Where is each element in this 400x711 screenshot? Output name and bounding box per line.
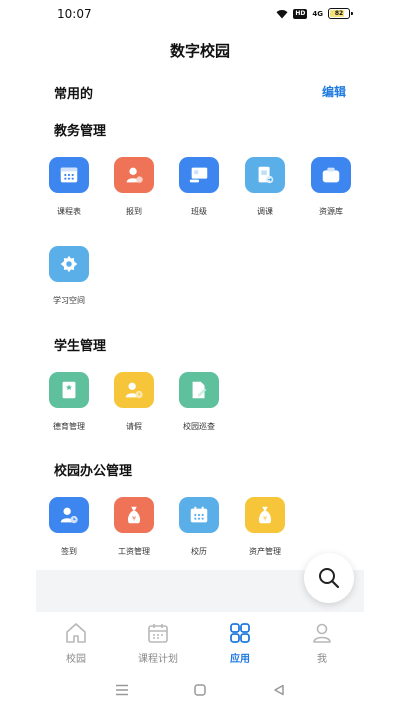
- gear-icon: [49, 246, 89, 282]
- common-label: 常用的: [54, 87, 94, 102]
- tab-label: 课程计划: [138, 654, 178, 665]
- home-square-icon[interactable]: [193, 684, 207, 696]
- app-schedule[interactable]: 课程表: [39, 157, 99, 221]
- status-icons: HD 4G 82: [276, 8, 353, 19]
- app-class[interactable]: 班级: [169, 157, 229, 221]
- person-icon: [313, 623, 331, 643]
- app-adjust-course[interactable]: 调课: [235, 157, 295, 221]
- bottom-tabbar: 校园 课程计划 应用 我: [36, 613, 364, 668]
- svg-text:¥: ¥: [263, 515, 267, 523]
- book-star-icon: [49, 372, 89, 408]
- calendar-icon: [49, 157, 89, 193]
- section-title-office: 校园办公管理: [54, 464, 133, 479]
- section-title-student: 学生管理: [54, 339, 107, 354]
- user-clock-icon: [114, 372, 154, 408]
- menu-icon[interactable]: [115, 684, 129, 696]
- money-bag-icon: ¥: [114, 497, 154, 533]
- tab-course-plan[interactable]: 课程计划: [118, 621, 198, 666]
- app-salary[interactable]: ¥ 工资管理: [104, 497, 164, 561]
- app-label: 校园巡查: [183, 422, 215, 431]
- signal-indicator: 4G: [312, 9, 323, 18]
- battery-level: 82: [334, 10, 344, 17]
- home-icon: [66, 623, 86, 643]
- app-campus-inspection[interactable]: 校园巡查: [169, 372, 229, 436]
- app-label: 资源库: [319, 207, 343, 216]
- app-moral-education[interactable]: 德育管理: [39, 372, 99, 436]
- class-board-icon: [179, 157, 219, 193]
- edit-doc-icon: [179, 372, 219, 408]
- app-label: 学习空间: [53, 296, 85, 305]
- course-switch-icon: [245, 157, 285, 193]
- search-icon: [319, 568, 340, 589]
- app-school-calendar[interactable]: 校历: [169, 497, 229, 561]
- box-icon: [311, 157, 351, 193]
- battery-icon: 82: [328, 8, 353, 19]
- app-leave[interactable]: 请假: [104, 372, 164, 436]
- app-sign-in[interactable]: 签到: [39, 497, 99, 561]
- calendar-icon: [179, 497, 219, 533]
- search-button[interactable]: [304, 553, 354, 603]
- tab-me[interactable]: 我: [282, 621, 362, 666]
- edit-button[interactable]: 编辑: [322, 83, 346, 100]
- hd-badge: HD: [293, 8, 308, 19]
- svg-text:¥: ¥: [132, 515, 136, 523]
- section-title-academic: 教务管理: [54, 124, 107, 139]
- status-time: 10:07: [57, 7, 92, 21]
- system-nav-bar: [0, 668, 400, 711]
- wifi-icon: [276, 9, 288, 18]
- status-bar: 10:07 HD 4G 82: [0, 0, 400, 28]
- tab-label: 校园: [66, 654, 86, 665]
- app-resource-library[interactable]: 资源库: [301, 157, 361, 221]
- app-learning-space[interactable]: 学习空间: [39, 246, 99, 310]
- app-checkin[interactable]: 报到: [104, 157, 164, 221]
- app-label: 资产管理: [249, 547, 281, 556]
- calendar-icon: [148, 624, 168, 643]
- tab-apps[interactable]: 应用: [200, 621, 280, 666]
- tab-label: 应用: [230, 654, 250, 665]
- page-title: 数字校园: [169, 42, 230, 60]
- user-check-icon: [114, 157, 154, 193]
- user-clock-icon: [49, 497, 89, 533]
- tab-label: 我: [317, 654, 327, 665]
- back-triangle-icon[interactable]: [272, 684, 286, 696]
- app-asset-management[interactable]: ¥ 资产管理: [235, 497, 295, 561]
- tab-campus[interactable]: 校园: [36, 621, 116, 666]
- common-row: 常用的 编辑: [54, 83, 346, 102]
- money-bag-icon: ¥: [245, 497, 285, 533]
- apps-grid-icon: [230, 623, 250, 643]
